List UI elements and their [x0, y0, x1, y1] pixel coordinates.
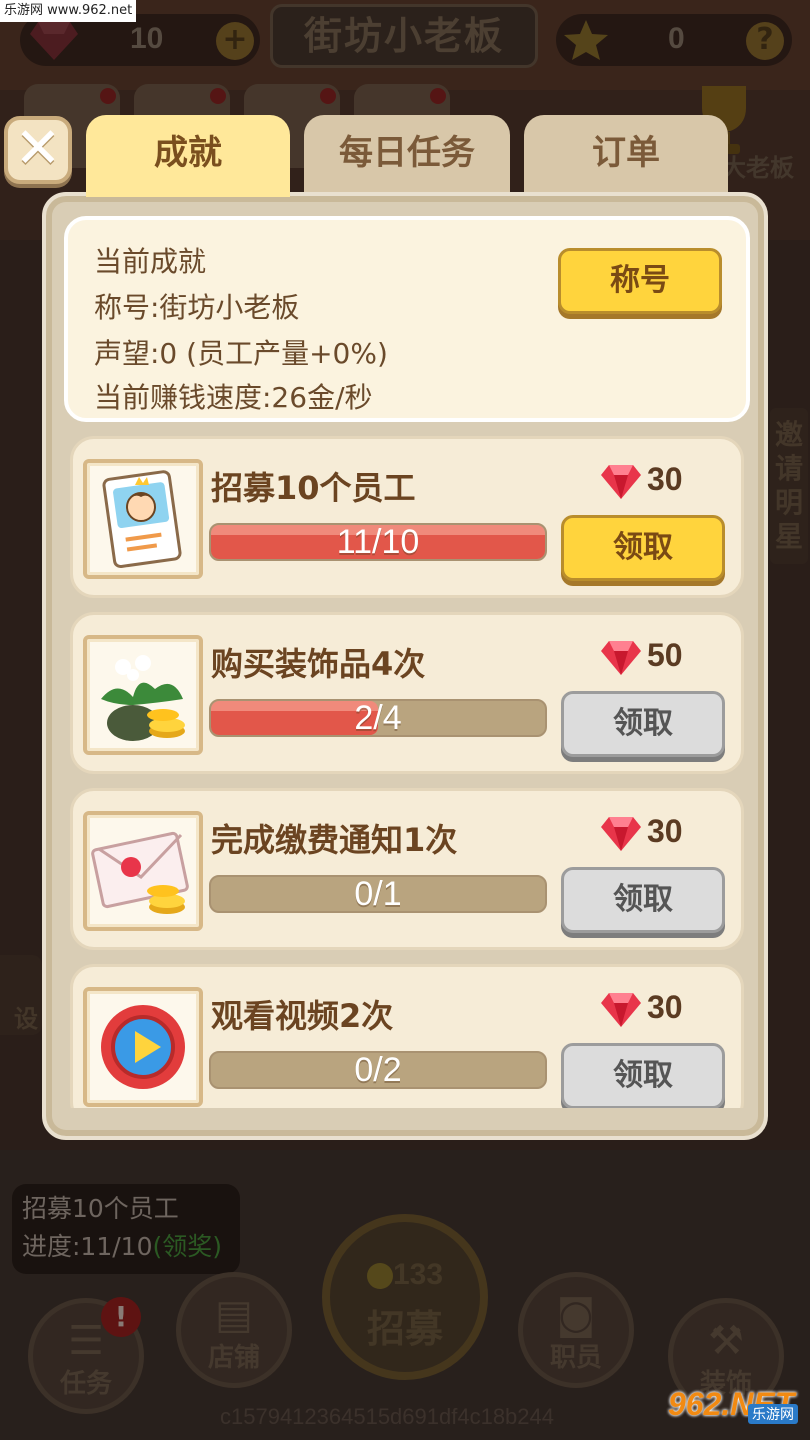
achievement-progress-bar: 2/4: [209, 699, 547, 737]
achievement-card: 购买装饰品4次 2/4 50 领取: [70, 612, 744, 774]
watermark-brand-cn: 乐游网: [748, 1404, 798, 1424]
summary-prestige-line: 声望:0 (员工产量+0%): [94, 337, 388, 370]
tab-daily-tasks[interactable]: 每日任务: [304, 115, 510, 195]
claim-button[interactable]: 领取: [561, 1043, 725, 1108]
achievement-name: 招募10个员工: [211, 469, 416, 507]
title-button[interactable]: 称号: [558, 248, 722, 314]
claim-button[interactable]: 领取: [561, 691, 725, 757]
gem-icon: [601, 817, 641, 851]
achievement-list[interactable]: 招募10个员工 11/10 30 领取 购买装饰品4次 2/4 50 领取 完成…: [64, 436, 750, 1108]
summary-heading: 当前成就: [94, 245, 207, 278]
reward-value: 30: [647, 989, 683, 1025]
achievement-progress-bar: 0/2: [209, 1051, 547, 1089]
gem-icon: [601, 993, 641, 1027]
tab-achievements[interactable]: 成就: [86, 115, 290, 197]
reward-value: 30: [647, 813, 683, 849]
current-achievement-summary: 当前成就 称号:街坊小老板 声望:0 (员工产量+0%) 当前赚钱速度:26金/…: [64, 216, 750, 422]
achievement-progress-bar: 11/10: [209, 523, 547, 561]
watermark-corner-logo: 962.NET 乐游网: [668, 1386, 806, 1436]
claim-button[interactable]: 领取: [561, 867, 725, 933]
envelope-coins-icon: [83, 811, 203, 931]
achievement-card: 观看视频2次 0/2 30 领取: [70, 964, 744, 1108]
claim-button[interactable]: 领取: [561, 515, 725, 581]
watermark-logo: 乐游网 www.962.net: [0, 0, 137, 22]
close-icon: ✕: [14, 116, 62, 181]
recruit-card-icon: [83, 459, 203, 579]
tab-orders[interactable]: 订单: [524, 115, 728, 195]
reward-value: 30: [647, 461, 683, 497]
achievement-card: 完成缴费通知1次 0/1 30 领取: [70, 788, 744, 950]
gem-icon: [601, 465, 641, 499]
achievement-progress-bar: 0/1: [209, 875, 547, 913]
progress-text: 0/2: [354, 1051, 402, 1089]
progress-text: 11/10: [336, 523, 420, 561]
achievement-name: 购买装饰品4次: [211, 645, 426, 683]
reward-value: 50: [647, 637, 683, 673]
summary-title-line: 称号:街坊小老板: [94, 291, 300, 324]
close-button[interactable]: ✕: [4, 116, 72, 184]
plant-coins-icon: [83, 635, 203, 755]
summary-speed-line: 当前赚钱速度:26金/秒: [94, 381, 373, 414]
play-video-icon: [83, 987, 203, 1107]
progress-text: 2/4: [354, 699, 402, 737]
achievement-name: 观看视频2次: [211, 997, 394, 1035]
achievement-card: 招募10个员工 11/10 30 领取: [70, 436, 744, 598]
progress-text: 0/1: [354, 875, 402, 913]
gem-icon: [601, 641, 641, 675]
achievements-panel: 当前成就 称号:街坊小老板 声望:0 (员工产量+0%) 当前赚钱速度:26金/…: [42, 192, 768, 1140]
achievement-name: 完成缴费通知1次: [211, 821, 458, 859]
